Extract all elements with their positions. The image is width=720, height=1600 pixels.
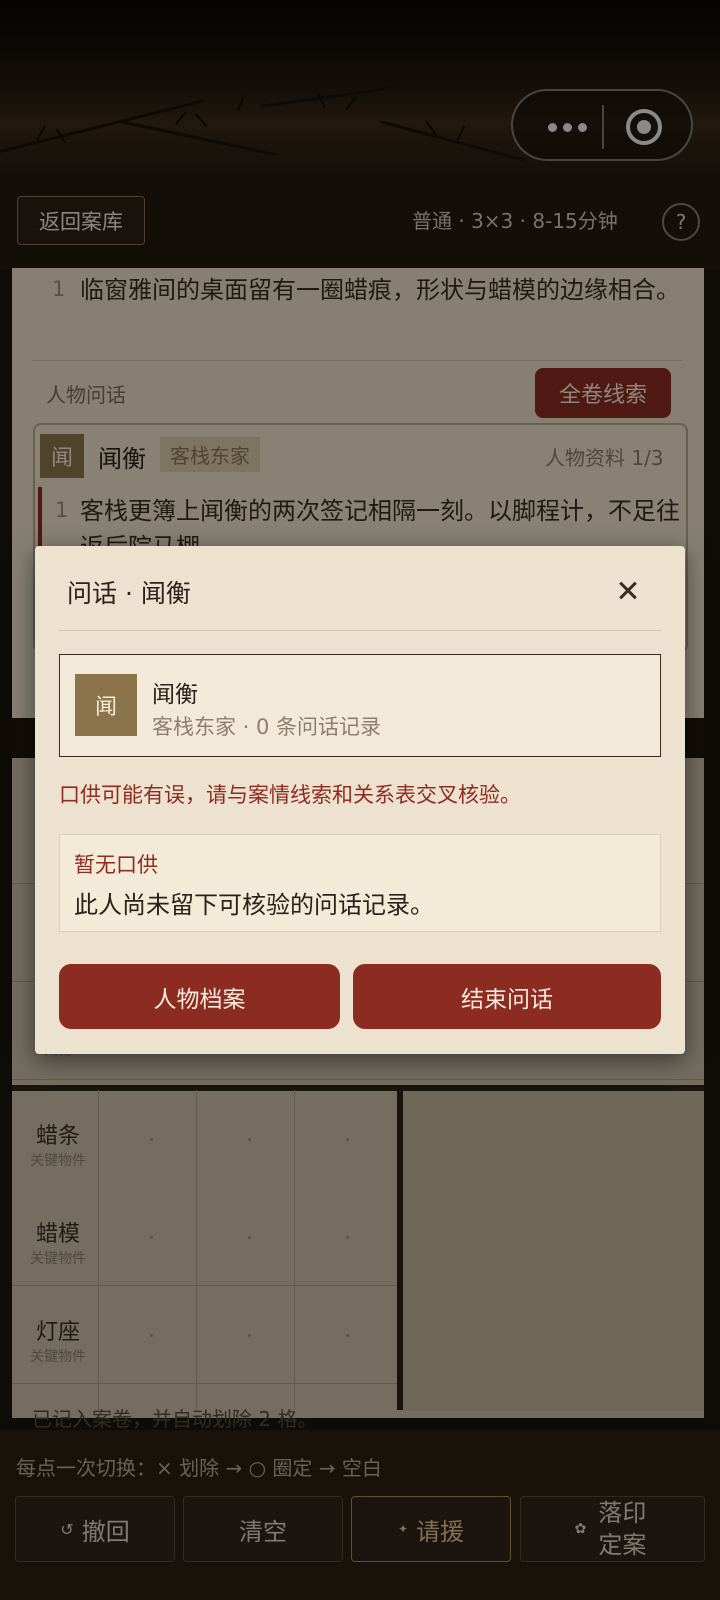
- dialog-person-subtitle: 客栈东家 · 0 条问话记录: [152, 715, 382, 739]
- empty-testimony-text: 此人尚未留下可核验的问话记录。: [74, 891, 434, 919]
- dialog-person-avatar: 闻: [75, 674, 137, 736]
- dialog-warning-text: 口供可能有误，请与案情线索和关系表交叉核验。: [59, 783, 521, 807]
- empty-testimony-title: 暂无口供: [74, 853, 158, 877]
- close-icon[interactable]: [606, 568, 650, 612]
- interrogation-dialog: 问话 · 闻衡 闻 闻衡 客栈东家 · 0 条问话记录 口供可能有误，请与案情线…: [35, 546, 685, 1054]
- dialog-title: 问话 · 闻衡: [67, 579, 191, 608]
- dialog-person-card: 闻 闻衡 客栈东家 · 0 条问话记录: [59, 654, 661, 757]
- dialog-person-name: 闻衡: [152, 682, 198, 708]
- empty-testimony-box: 暂无口供 此人尚未留下可核验的问话记录。: [59, 834, 661, 932]
- person-profile-button[interactable]: 人物档案: [59, 964, 340, 1029]
- dialog-divider: [59, 630, 661, 631]
- end-interrogation-button[interactable]: 结束问话: [353, 964, 661, 1029]
